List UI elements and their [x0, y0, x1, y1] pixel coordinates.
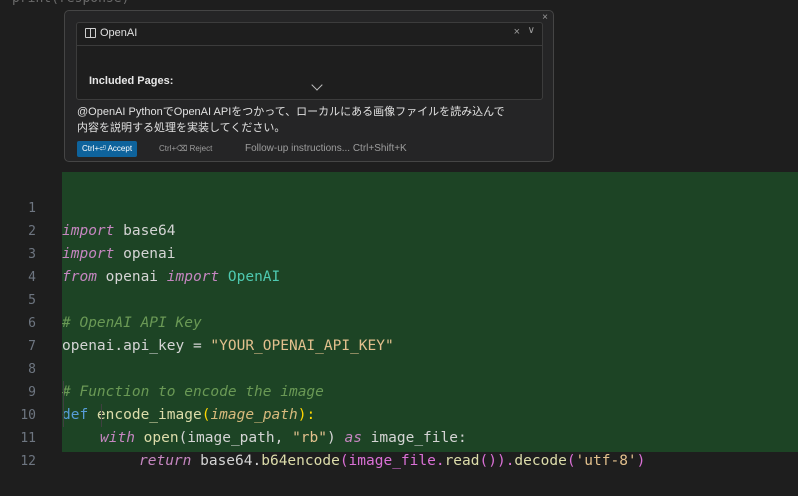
reject-button[interactable]: Ctrl+⌫ Reject — [159, 141, 212, 157]
indent-guide — [101, 404, 102, 427]
code-line: 8 # Function to encode the image — [0, 335, 798, 400]
inline-chat-widget: × OpenAI × ∨ Included Pages: @OpenAI Pyt… — [64, 10, 554, 162]
context-chip[interactable]: OpenAI × ∨ — [77, 23, 542, 46]
book-icon — [85, 28, 96, 38]
code-line: 10 with open(image_path, "rb") as image_… — [0, 381, 798, 446]
included-pages-chevron-icon[interactable] — [311, 79, 323, 91]
code-line: 4 — [0, 243, 798, 285]
action-bar: Ctrl+⏎ Accept Ctrl+⌫ Reject Follow-up in… — [77, 141, 547, 157]
prompt-text: @OpenAI PythonでOpenAI APIをつかって、ローカルにある画像… — [77, 104, 547, 136]
code-line: 6 openai.api_key = "YOUR_OPENAI_API_KEY" — [0, 289, 798, 354]
followup-instructions-link[interactable]: Follow-up instructions... Ctrl+Shift+K — [245, 141, 407, 157]
code-line: 9 def encode_image(image_path): — [0, 358, 798, 423]
remove-context-icon[interactable]: × — [514, 26, 520, 38]
context-panel: OpenAI × ∨ Included Pages: — [76, 22, 543, 100]
code-line: 11 return base64.b64encode(image_file.re… — [0, 404, 798, 469]
chevron-down-icon[interactable]: ∨ — [528, 25, 535, 36]
prompt-line-1: @OpenAI PythonでOpenAI APIをつかって、ローカルにある画像… — [77, 106, 505, 118]
indent-guide — [63, 381, 64, 427]
code-line: 7 — [0, 312, 798, 354]
code-line: 12 — [0, 427, 798, 469]
code-line: 2 import openai — [0, 197, 798, 262]
widget-close-icon[interactable]: × — [542, 12, 548, 24]
code-line: 5 # OpenAI API Key — [0, 266, 798, 331]
prompt-line-2: 内容を説明する処理を実装してください。 — [77, 122, 286, 134]
previous-code-line: print(response) — [0, 0, 798, 6]
included-pages-label: Included Pages: — [89, 75, 174, 87]
code-line: 3 from openai import OpenAI — [0, 220, 798, 285]
accept-button[interactable]: Ctrl+⏎ Accept — [77, 141, 138, 157]
line-number: 12 — [20, 454, 36, 469]
context-title: OpenAI — [100, 27, 138, 39]
code-line: 1 import base64 — [0, 174, 798, 239]
code-editor[interactable]: 1 import base64 2 import openai 3 from o… — [0, 172, 798, 469]
